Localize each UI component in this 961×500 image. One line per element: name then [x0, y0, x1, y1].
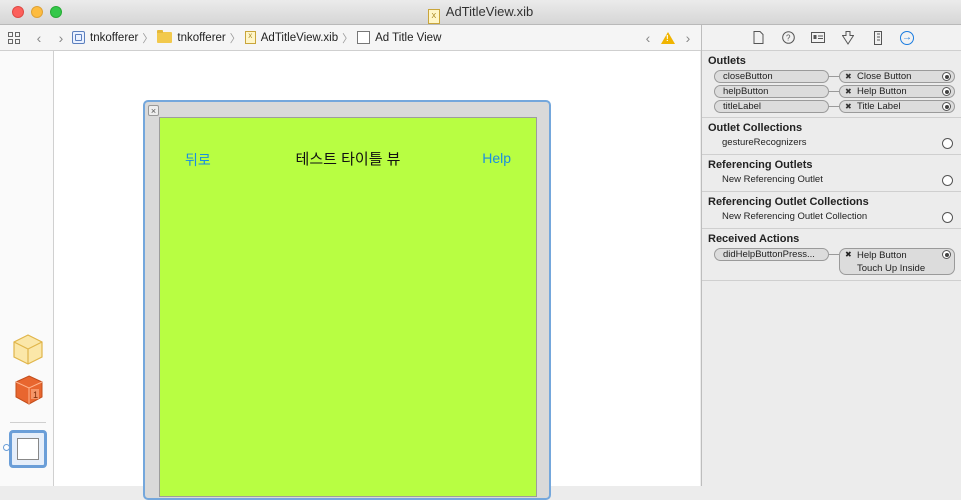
jumpbar-project-label: tnkofferer	[90, 31, 139, 44]
help-button[interactable]: Help	[482, 150, 511, 166]
chevron-right-icon: 〉	[229, 32, 241, 45]
outlet-row: titleLabel ✖ Title Label	[702, 99, 961, 114]
connection-line	[829, 254, 839, 255]
close-icon[interactable]: ×	[148, 105, 159, 116]
xib-file-icon: X	[427, 9, 440, 24]
referencing-collection-row: New Referencing Outlet Collection	[702, 210, 961, 225]
outlet-collections-section: Outlet Collections gestureRecognizers	[702, 118, 961, 155]
connection-circle-icon[interactable]	[942, 212, 953, 223]
outlet-target[interactable]: ✖ Help Button	[839, 85, 955, 98]
outlet-name[interactable]: closeButton	[714, 70, 829, 83]
connection-circle-icon[interactable]	[942, 250, 951, 259]
window-title-text: AdTitleView.xib	[445, 4, 534, 19]
referencing-collections-section: Referencing Outlet Collections New Refer…	[702, 192, 961, 229]
forward-arrow-icon[interactable]: ›	[50, 30, 72, 46]
ad-title-view[interactable]: 뒤로 테스트 타이틀 뷰 Help	[159, 117, 537, 497]
action-target-label: Help Button	[857, 250, 907, 261]
connection-line	[829, 106, 839, 107]
connection-circle-icon[interactable]	[942, 87, 951, 96]
action-name[interactable]: didHelpButtonPress...	[714, 248, 829, 261]
outlet-target-label: Help Button	[857, 86, 907, 97]
jumpbar-project[interactable]: tnkofferer	[72, 31, 138, 44]
view-scene[interactable]: × 뒤로 테스트 타이틀 뷰 Help	[143, 100, 551, 500]
window-titlebar: X AdTitleView.xib	[0, 0, 961, 25]
connection-circle-icon[interactable]	[942, 138, 953, 149]
jump-bar: ‹ › tnkofferer 〉 tnkofferer 〉 X AdTitleV…	[0, 25, 701, 51]
inspector-tabs: ? →	[702, 25, 961, 51]
received-actions-section: Received Actions didHelpButtonPress... ✖…	[702, 229, 961, 281]
connection-circle-icon[interactable]	[942, 175, 953, 186]
referencing-collections-heading: Referencing Outlet Collections	[708, 196, 869, 208]
outlet-name[interactable]: titleLabel	[714, 100, 829, 113]
referencing-outlets-heading: Referencing Outlets	[708, 159, 813, 171]
folder-icon	[157, 30, 173, 43]
previous-issue-icon[interactable]: ‹	[641, 30, 655, 46]
file-inspector-icon[interactable]	[750, 30, 766, 46]
warning-icon[interactable]: !	[661, 31, 675, 44]
referencing-outlets-section: Referencing Outlets New Referencing Outl…	[702, 155, 961, 192]
collection-row: gestureRecognizers	[702, 136, 961, 151]
jumpbar-file[interactable]: X AdTitleView.xib	[244, 31, 339, 44]
chevron-right-icon: 〉	[142, 32, 154, 45]
outlet-row: helpButton ✖ Help Button	[702, 84, 961, 99]
new-referencing-outlet: New Referencing Outlet	[722, 174, 823, 185]
outlet-target[interactable]: ✖ Title Label	[839, 100, 955, 113]
connection-circle-icon[interactable]	[942, 102, 951, 111]
jumpbar-view-label: Ad Title View	[375, 31, 442, 44]
placeholder-cube-icon[interactable]	[12, 333, 44, 365]
size-inspector-icon[interactable]	[870, 30, 886, 46]
remove-connection-icon[interactable]: ✖	[845, 86, 852, 98]
project-icon	[72, 31, 85, 44]
connections-inspector-icon[interactable]: →	[900, 30, 914, 45]
outlets-section: Outlets closeButton ✖ Close Button helpB…	[702, 51, 961, 118]
new-referencing-outlet-collection: New Referencing Outlet Collection	[722, 211, 868, 222]
outlets-heading: Outlets	[708, 55, 746, 67]
collection-name: gestureRecognizers	[722, 137, 807, 148]
outlet-target[interactable]: ✖ Close Button	[839, 70, 955, 83]
remove-connection-icon[interactable]: ✖	[845, 250, 852, 259]
connection-line	[829, 76, 839, 77]
quick-help-icon[interactable]: ?	[780, 30, 796, 46]
jumpbar-view[interactable]: Ad Title View	[357, 31, 441, 44]
window-title: X AdTitleView.xib	[0, 4, 961, 24]
jumpbar-group-label: tnkofferer	[177, 31, 226, 44]
xib-file-icon: X	[244, 31, 256, 44]
connections-inspector: ? → Outlets closeButton ✖ Close Button h…	[701, 25, 961, 486]
action-event-label: Touch Up Inside	[857, 263, 926, 274]
title-label[interactable]: 테스트 타이틀 뷰	[160, 148, 536, 169]
outlet-name[interactable]: helpButton	[714, 85, 829, 98]
first-responder-cube-icon[interactable]: 1	[14, 375, 44, 405]
outlet-row: closeButton ✖ Close Button	[702, 69, 961, 84]
view-icon	[357, 31, 371, 44]
view-outline-icon[interactable]	[9, 430, 47, 468]
outlet-target-label: Title Label	[857, 101, 901, 112]
connection-circle-icon[interactable]	[942, 72, 951, 81]
svg-text:?: ?	[786, 34, 791, 43]
svg-text:1: 1	[33, 390, 38, 400]
action-row: didHelpButtonPress... ✖ Help Button Touc…	[702, 247, 961, 276]
back-arrow-icon[interactable]: ‹	[28, 30, 50, 46]
outlet-collections-heading: Outlet Collections	[708, 122, 803, 134]
remove-connection-icon[interactable]: ✖	[845, 71, 852, 83]
jumpbar-group[interactable]: tnkofferer	[157, 30, 226, 44]
action-target[interactable]: ✖ Help Button Touch Up Inside	[839, 248, 955, 275]
identity-inspector-icon[interactable]	[810, 30, 826, 46]
interface-builder-canvas[interactable]: × 뒤로 테스트 타이틀 뷰 Help	[54, 51, 700, 500]
jumpbar-file-label: AdTitleView.xib	[260, 31, 339, 44]
related-items-icon[interactable]	[8, 31, 20, 44]
document-outline-strip: 1	[0, 51, 54, 486]
divider	[10, 422, 46, 423]
remove-connection-icon[interactable]: ✖	[845, 101, 852, 113]
outlet-target-label: Close Button	[857, 71, 912, 82]
next-issue-icon[interactable]: ›	[681, 30, 695, 46]
chevron-right-icon: 〉	[342, 32, 354, 45]
received-actions-heading: Received Actions	[708, 233, 800, 245]
connection-line	[829, 91, 839, 92]
referencing-row: New Referencing Outlet	[702, 173, 961, 188]
attributes-inspector-icon[interactable]	[840, 30, 856, 46]
